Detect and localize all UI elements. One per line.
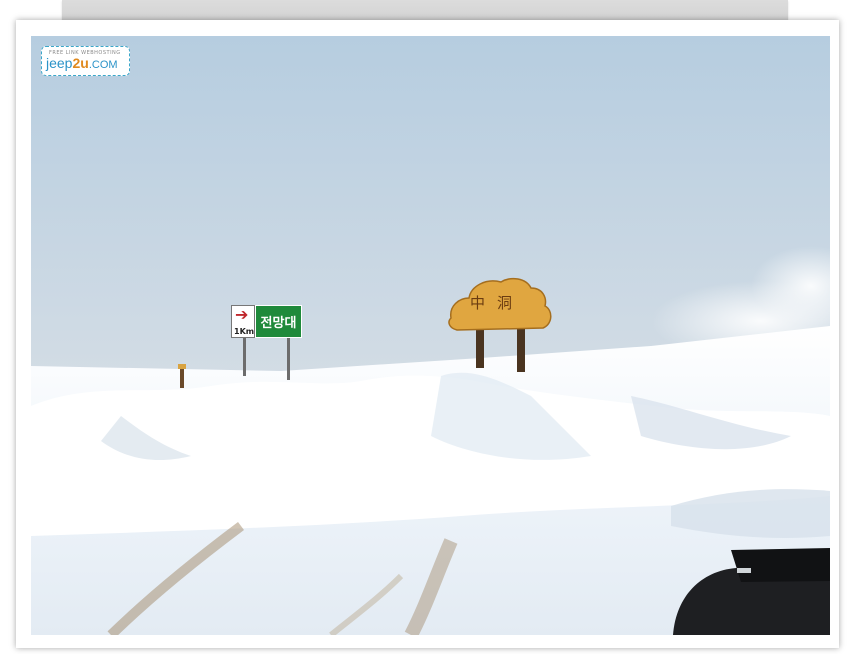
watermark-brand: jeep2u.COM [46, 55, 118, 71]
snow-landscape-photo [31, 36, 830, 635]
arrow-right-icon: ➔ [235, 305, 249, 324]
direction-sign: ➔ 1Km 전망대 [231, 305, 302, 338]
direction-sign-distance: 1Km [234, 327, 255, 336]
direction-sign-distance-panel: ➔ 1Km [231, 305, 255, 338]
watermark-logo: FREE LINK WEBHOSTING jeep2u.COM [41, 46, 130, 76]
wooden-sign-text: 中洞 [470, 294, 525, 312]
direction-sign-destination: 전망대 [255, 305, 302, 338]
photo-scene [31, 36, 830, 635]
